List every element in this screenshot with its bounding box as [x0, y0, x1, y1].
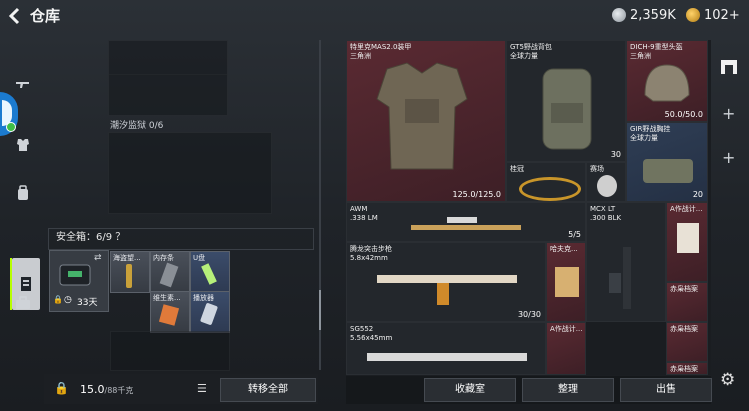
- folder-item[interactable]: 哈夫克...: [546, 242, 586, 322]
- item-label: 播放器: [193, 294, 214, 302]
- sg552-rifle-item[interactable]: SG552 5.56x45mm: [346, 322, 546, 375]
- safe-slot-item[interactable]: 内存条: [150, 251, 190, 293]
- weight-max: /88千克: [104, 386, 134, 395]
- transfer-all-button[interactable]: 转移全部: [220, 378, 316, 402]
- item-label: 赤枭档案: [670, 285, 698, 293]
- item-graphic: [555, 267, 579, 297]
- sniper-rifle-item[interactable]: AWM .338 LM 5/5: [346, 202, 586, 242]
- item-graphic: [199, 302, 219, 326]
- container-slots[interactable]: [108, 132, 272, 214]
- online-dot-icon: [6, 122, 16, 132]
- back-arrow-icon[interactable]: [6, 6, 24, 26]
- armor-icon[interactable]: [8, 130, 38, 160]
- home-icon[interactable]: [717, 54, 741, 78]
- safe-slot-item[interactable]: 维生素...: [150, 291, 190, 333]
- safe-days: 33天: [77, 298, 98, 308]
- item-label: DICH-9重型头盔 三角洲: [630, 43, 683, 60]
- item-graphic: [519, 177, 581, 201]
- item-label: GT5野战背包 全球力量: [510, 43, 552, 60]
- capacity: 20: [692, 190, 703, 199]
- plus-icon[interactable]: +: [722, 148, 735, 167]
- right-sidebar: + + ⚙: [712, 40, 749, 411]
- item-label: AWM .338 LM: [350, 205, 378, 222]
- document-item[interactable]: 赤枭档案: [666, 362, 708, 375]
- chest-rig-item[interactable]: GIR野战胸挂 全球力量 20: [626, 122, 708, 202]
- stash-grid: 特里克MAS2.0装甲 三角洲 125.0/125.0 GT5野战背包 全球力量…: [346, 40, 711, 375]
- item-graphic: [158, 304, 180, 326]
- item-graphic: [597, 175, 617, 197]
- durability: 50.0/50.0: [664, 110, 703, 119]
- plus-icon[interactable]: +: [722, 104, 735, 123]
- safe-slot-item[interactable]: 播放器: [190, 291, 230, 333]
- weight-lock-icon: 🔒: [54, 381, 69, 395]
- briefcase-icon[interactable]: [8, 288, 38, 318]
- collection-room-button[interactable]: 收藏室: [424, 378, 516, 402]
- item-label: SG552 5.56x45mm: [350, 325, 393, 342]
- gun-icon[interactable]: [8, 70, 38, 100]
- item-label: GIR野战胸挂 全球力量: [630, 125, 671, 142]
- item-label: U盘: [193, 254, 206, 262]
- page-title: 仓库: [30, 7, 61, 25]
- item-label: 赛场: [590, 165, 604, 173]
- badge-item[interactable]: 赛场: [586, 162, 626, 202]
- sell-button[interactable]: 出售: [620, 378, 712, 402]
- item-label: 赤枭档案: [670, 365, 698, 373]
- capacity: 30: [610, 150, 621, 159]
- container-slots-top: [108, 40, 228, 76]
- gold-coin-icon: [686, 8, 700, 22]
- clock-icon: ◷: [64, 295, 72, 305]
- document-item[interactable]: A作战计...: [546, 322, 586, 375]
- container-slots-mid: [108, 74, 228, 116]
- item-label: 内存条: [153, 254, 174, 262]
- helmet-item[interactable]: DICH-9重型头盔 三角洲 50.0/50.0: [626, 40, 708, 122]
- safe-slot-item[interactable]: 海盗望...: [110, 251, 150, 293]
- item-label: 哈夫克...: [550, 245, 578, 253]
- safe-box-label[interactable]: 安全箱：6/9 ？: [56, 231, 125, 245]
- item-graphic: [159, 262, 179, 288]
- list-icon[interactable]: ☰: [197, 382, 207, 395]
- backpack-item[interactable]: GT5野战背包 全球力量 30: [506, 40, 626, 162]
- ammo-count: 5/5: [568, 230, 581, 239]
- item-label: 桂冠: [510, 165, 524, 173]
- document-item[interactable]: A作战计...: [666, 202, 708, 282]
- item-graphic: [201, 263, 217, 285]
- item-label: 维生素...: [153, 294, 181, 302]
- safe-box-item[interactable]: 🔒 ◷ 33天 ⇄: [49, 250, 109, 312]
- document-item[interactable]: 赤枭档案: [666, 322, 708, 362]
- durability: 125.0/125.0: [452, 190, 502, 199]
- scrollbar-thumb[interactable]: [319, 290, 321, 330]
- container-label: 潮汐监狱 0/6: [110, 121, 164, 131]
- weight-current: 15.0: [80, 383, 105, 396]
- assault-rifle-item[interactable]: 腾龙突击步枪 5.8x42mm 30/30: [346, 242, 546, 322]
- item-label: MCX LT .300 BLK: [590, 205, 622, 222]
- armor-item[interactable]: 特里克MAS2.0装甲 三角洲 125.0/125.0: [346, 40, 506, 202]
- lock-icon: 🔒: [53, 295, 63, 304]
- safe-slot-item[interactable]: U盘: [190, 251, 230, 293]
- gold-balance[interactable]: 102+: [704, 7, 740, 25]
- mcx-rifle-item[interactable]: MCX LT .300 BLK: [586, 202, 666, 322]
- item-label: A作战计...: [550, 325, 583, 333]
- document-item[interactable]: 赤枭档案: [666, 282, 708, 322]
- top-bar: 仓库 2,359K 102+: [0, 0, 749, 32]
- empty-slots[interactable]: [110, 331, 230, 371]
- item-graphic: [126, 264, 132, 288]
- item-graphic: [677, 223, 699, 253]
- swap-icon[interactable]: ⇄: [94, 253, 102, 263]
- settings-icon[interactable]: ⚙: [720, 370, 735, 390]
- necklace-item[interactable]: 桂冠: [506, 162, 586, 202]
- organize-button[interactable]: 整理: [522, 378, 614, 402]
- item-label: 海盗望...: [113, 254, 141, 262]
- item-label: 赤枭档案: [670, 325, 698, 333]
- silver-coin-icon: [612, 8, 626, 22]
- item-label: A作战计...: [670, 205, 703, 213]
- silver-balance: 2,359K: [630, 8, 676, 23]
- backpack-icon[interactable]: [8, 178, 38, 208]
- ammo-count: 30/30: [517, 310, 541, 319]
- weight-readout: 15.0/88千克: [80, 383, 133, 398]
